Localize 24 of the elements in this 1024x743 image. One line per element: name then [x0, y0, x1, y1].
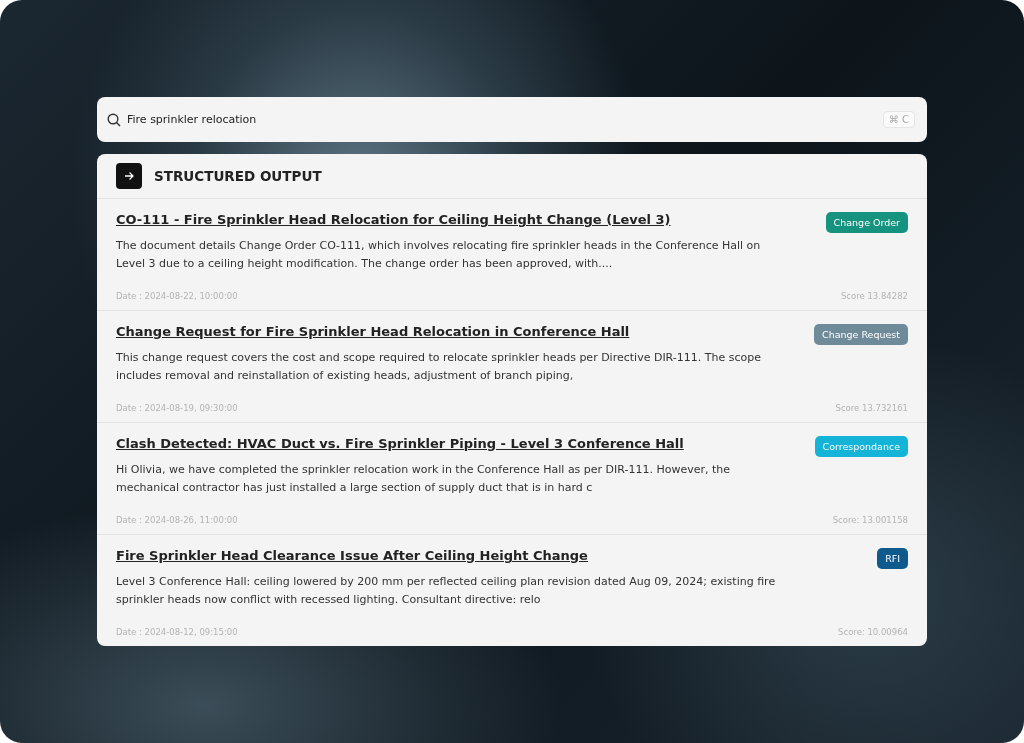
result-score: Score 13.732161: [835, 403, 908, 413]
result-score: Score: 10.00964: [838, 627, 908, 637]
result-score: Score: 13.001158: [832, 515, 908, 525]
result-title-link[interactable]: Change Request for Fire Sprinkler Head Relocation in Conference Hall: [116, 324, 630, 339]
shortcut-hint: ⌘ C: [882, 111, 915, 128]
result-summary: The document details Change Order CO-111, which involves relocating fire sprinkler heads in the Conference Hall on Level 3 due to a ceiling height modification. The change order has been approved, with....: [116, 238, 762, 272]
category-tag: Change Order: [825, 212, 908, 233]
result-date: Date : 2024-08-12, 09:15:00: [116, 627, 238, 637]
result-score: Score 13.84282: [840, 291, 908, 301]
search-field[interactable]: Fire sprinkler relocation ⌘ C: [97, 97, 927, 142]
result-title-link[interactable]: Clash Detected: HVAC Duct vs. Fire Sprinkler Piping - Level 3 Conference Hall: [116, 436, 684, 451]
result-title-link[interactable]: Fire Sprinkler Head Clearance Issue After Ceiling Height Change: [116, 548, 588, 563]
category-tag: Correspondance: [814, 436, 908, 457]
search-icon: [107, 112, 121, 127]
result-date: Date : 2024-08-19, 09:30:00: [116, 403, 238, 413]
result-summary: Level 3 Conference Hall: ceiling lowered by 200 mm per reflected ceiling plan revision dated Aug 09, 2024; existing fire sprinkler heads now conflict with recessed lighting. Consultant directive: relo: [116, 574, 776, 608]
result-date: Date : 2024-08-22, 10:00:00: [116, 291, 238, 301]
category-tag: Change Request: [814, 324, 908, 345]
result-date: Date : 2024-08-26, 11:00:00: [116, 515, 238, 525]
result-title-link[interactable]: CO-111 - Fire Sprinkler Head Relocation for Ceiling Height Change (Level 3): [116, 212, 671, 227]
category-tag: RFI: [877, 548, 908, 569]
panel-title: STRUCTURED OUTPUT: [154, 168, 322, 184]
result-summary: Hi Olivia, we have completed the sprinkler relocation work in the Conference Hall as per DIR-111. However, the mechanical contractor has just installed a large section of supply duct that is in hard c: [116, 462, 732, 496]
result-summary: This change request covers the cost and scope required to relocate sprinkler heads per Directive DIR-111. The scope includes removal and reinstallation of existing heads, adjustment of branch piping,: [116, 350, 762, 384]
